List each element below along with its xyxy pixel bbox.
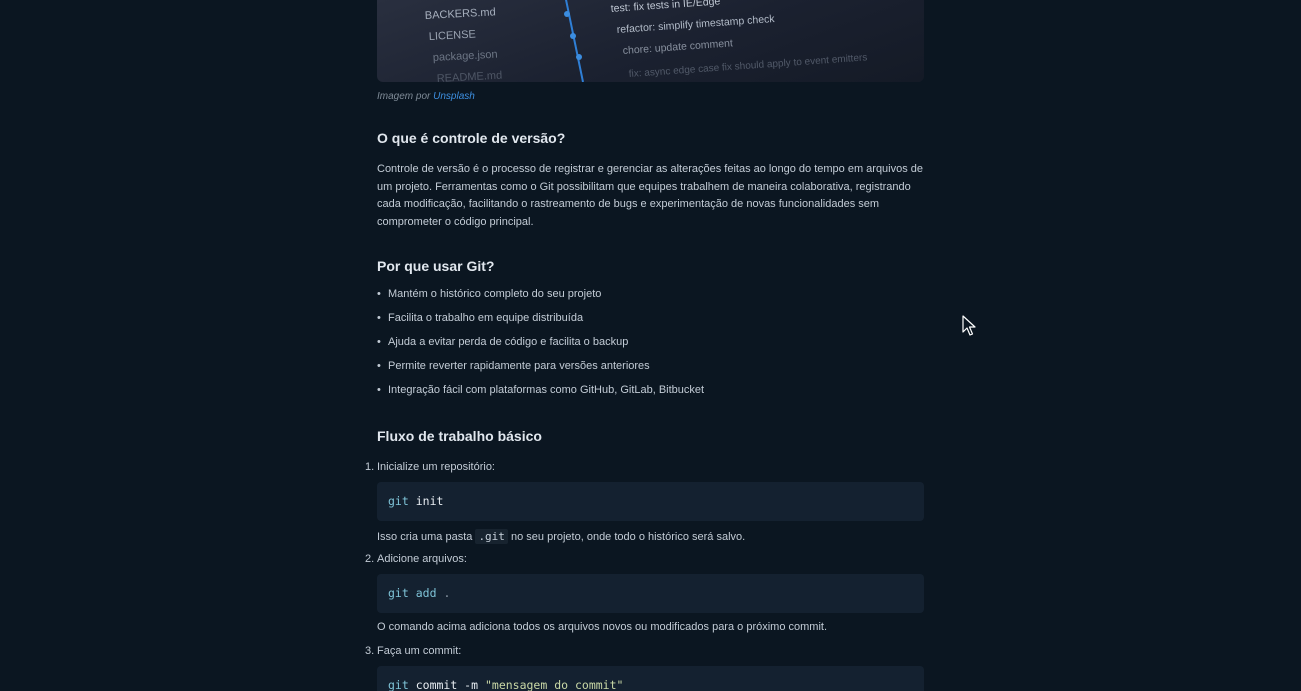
hero-file-3: package.json	[433, 49, 498, 64]
image-caption: Imagem por Unsplash	[377, 91, 924, 102]
heading-why-git: Por que usar Git?	[377, 258, 495, 274]
inline-code-git-folder: .git	[475, 529, 508, 544]
bullet: •	[377, 384, 381, 396]
hero-commit-4: fix: async edge case fix should apply to…	[628, 52, 867, 80]
list-item: • Facilita o trabalho em equipe distribuí…	[377, 311, 704, 335]
code-block-git-add[interactable]: git add .	[377, 574, 924, 613]
code-block-git-commit[interactable]: git commit -m "mensagem do commit"	[377, 666, 924, 691]
step-number-3: 3.	[365, 645, 375, 657]
note-text-after: no seu projeto, onde todo o histórico se…	[511, 531, 746, 543]
list-item-text: Integração fácil com plataformas como Gi…	[388, 384, 705, 396]
code-cmd: git	[388, 678, 409, 691]
bullet: •	[377, 336, 381, 348]
heading-basic-workflow: Fluxo de trabalho básico	[377, 428, 542, 444]
hero-file-4: README.md	[437, 70, 503, 82]
bullet: •	[377, 312, 381, 324]
list-item: • Permite reverter rapidamente para versõ…	[377, 359, 704, 383]
code-arg: commit -m	[415, 678, 479, 691]
page: BACKERS.md LICENSE package.json README.m…	[0, 0, 1301, 691]
list-item: • Integração fácil com plataformas como G…	[377, 383, 704, 407]
step-note-2: O comando acima adiciona todos os arquiv…	[377, 621, 828, 633]
bullet: •	[377, 288, 381, 300]
hero-commit-1: test: fix tests in IE/Edge	[610, 0, 720, 15]
list-item: • Mantém o histórico completo do seu proj…	[377, 287, 704, 311]
hero-commit-2: refactor: simplify timestamp check	[616, 13, 775, 36]
code-block-git-init[interactable]: git init	[377, 482, 924, 521]
heading-what-is-version-control: O que é controle de versão?	[377, 130, 566, 146]
bullet: •	[377, 360, 381, 372]
hero-commit-3: chore: update comment	[622, 37, 733, 57]
list-item-text: Ajuda a evitar perda de código e facilit…	[388, 336, 629, 348]
code-arg: add	[415, 586, 437, 600]
paragraph-what-is-version-control: Controle de versão é o processo de regis…	[377, 163, 924, 229]
caption-prefix: Imagem por	[377, 91, 431, 102]
list-item-text: Facilita o trabalho em equipe distribuíd…	[388, 312, 584, 324]
step-note-1: Isso cria uma pasta .git no seu projeto,…	[377, 529, 746, 544]
code-cmd: git	[388, 586, 409, 600]
code-extra: .	[443, 586, 451, 600]
code-arg: init	[415, 494, 444, 508]
article: BACKERS.md LICENSE package.json README.m…	[365, 0, 924, 691]
step-number-2: 2.	[365, 553, 375, 565]
step-number-1: 1.	[365, 461, 375, 473]
step-label-1: Inicialize um repositório:	[377, 461, 495, 473]
list-item: • Ajuda a evitar perda de código e facili…	[377, 335, 704, 359]
hero-file-1: BACKERS.md	[425, 6, 496, 22]
hero-file-2: LICENSE	[429, 29, 477, 43]
step-label-2: Adicione arquivos:	[377, 553, 467, 565]
git-log-illustration: BACKERS.md LICENSE package.json README.m…	[425, 0, 868, 82]
list-item-text: Permite reverter rapidamente para versõe…	[388, 360, 650, 372]
unsplash-link[interactable]: Unsplash	[433, 91, 475, 102]
step-label-3: Faça um commit:	[377, 645, 462, 657]
hero-image: BACKERS.md LICENSE package.json README.m…	[377, 0, 924, 82]
code-string: "mensagem do commit"	[484, 678, 624, 691]
note-text-before: Isso cria uma pasta	[377, 531, 473, 543]
why-git-list: • Mantém o histórico completo do seu proj…	[377, 287, 704, 407]
mouse-pointer-icon	[962, 315, 976, 336]
list-item-text: Mantém o histórico completo do seu proje…	[388, 288, 602, 300]
code-cmd: git	[388, 494, 409, 508]
